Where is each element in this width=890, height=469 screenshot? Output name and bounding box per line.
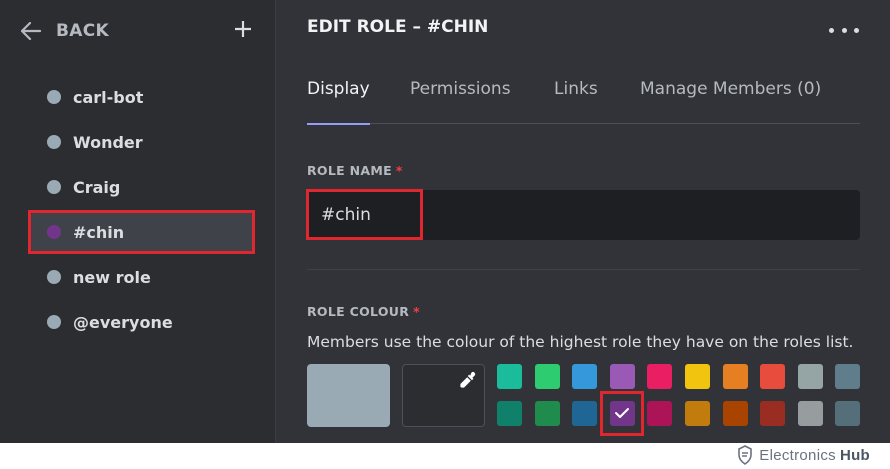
role-color-dot [47, 180, 61, 194]
role-item-label: @everyone [73, 312, 173, 332]
role-item-new-role[interactable]: new role [30, 258, 254, 296]
required-mark: * [413, 304, 420, 319]
section-divider [307, 269, 860, 270]
colour-swatch[interactable] [685, 401, 710, 426]
role-color-dot [47, 135, 61, 149]
edit-role-panel: EDIT ROLE – #CHIN Display Permissions Li… [277, 0, 890, 443]
role-name-label: ROLE NAME * [307, 163, 403, 178]
role-item-label: carl-bot [73, 87, 144, 107]
colour-swatch[interactable] [497, 364, 522, 389]
tab-permissions[interactable]: Permissions [410, 70, 511, 124]
colour-swatch[interactable] [835, 364, 861, 389]
role-color-dot [47, 315, 61, 329]
role-item-label: #chin [73, 222, 125, 242]
colour-swatch[interactable] [722, 364, 748, 389]
tab-links[interactable]: Links [554, 70, 598, 124]
role-item-label: Wonder [73, 132, 143, 152]
arrow-left-icon [20, 20, 42, 42]
colour-swatch[interactable] [572, 401, 598, 426]
role-item-chin[interactable]: #chin [30, 213, 254, 251]
role-name-input[interactable]: #chin [307, 190, 860, 240]
tab-bar: Display Permissions Links Manage Members… [307, 70, 860, 125]
role-color-dot [47, 90, 61, 104]
role-colour-description: Members use the colour of the highest ro… [307, 333, 854, 351]
required-mark: * [395, 163, 403, 178]
colour-swatch[interactable] [722, 401, 748, 426]
watermark: Electronics Hub [0, 443, 890, 469]
role-item-label: Craig [73, 177, 121, 197]
role-name-value: #chin [321, 205, 371, 225]
colour-swatch[interactable] [497, 401, 522, 426]
colour-swatch[interactable] [797, 401, 823, 426]
role-color-dot [47, 225, 61, 239]
tab-manage-members[interactable]: Manage Members (0) [640, 70, 821, 124]
eyedropper-icon [459, 371, 477, 389]
role-settings-window: BACK carl-bot Wonder Craig #chin new rol… [0, 0, 890, 443]
brand-logo-icon [738, 445, 753, 465]
colour-swatch[interactable] [647, 364, 673, 389]
back-button[interactable]: BACK [20, 14, 256, 48]
role-item-craig[interactable]: Craig [30, 168, 254, 206]
more-options-icon[interactable] [829, 20, 859, 40]
colour-swatch[interactable] [609, 364, 635, 389]
role-color-dot [47, 270, 61, 284]
colour-swatch[interactable] [760, 401, 786, 426]
colour-swatch[interactable] [647, 401, 673, 426]
watermark-brand: Electronics [759, 446, 836, 464]
role-item-carl-bot[interactable]: carl-bot [30, 78, 254, 116]
role-colour-label-text: ROLE COLOUR [307, 304, 410, 319]
tab-display[interactable]: Display [307, 70, 370, 125]
create-role-plus-icon[interactable] [232, 18, 254, 40]
watermark-logo: Electronics Hub [737, 445, 870, 465]
colour-swatch[interactable] [685, 364, 710, 389]
default-colour-swatch[interactable] [307, 364, 390, 427]
role-name-label-text: ROLE NAME [307, 163, 392, 178]
page-title: EDIT ROLE – #CHIN [307, 17, 489, 37]
colour-swatch[interactable] [534, 364, 560, 389]
role-colour-label: ROLE COLOUR * [307, 304, 420, 319]
colour-swatch[interactable] [760, 364, 786, 389]
watermark-brand-bold: Hub [839, 446, 870, 464]
custom-colour-swatch[interactable] [402, 364, 485, 427]
colour-swatch[interactable] [534, 401, 560, 426]
checkmark-icon [614, 404, 630, 423]
colour-swatch[interactable] [609, 401, 635, 426]
colour-swatch[interactable] [572, 364, 598, 389]
colour-swatch[interactable] [835, 401, 861, 426]
roles-sidebar: BACK carl-bot Wonder Craig #chin new rol… [0, 0, 276, 443]
role-item-everyone[interactable]: @everyone [30, 303, 254, 341]
role-item-wonder[interactable]: Wonder [30, 123, 254, 161]
role-item-label: new role [73, 267, 151, 287]
back-label: BACK [56, 21, 109, 41]
colour-swatch[interactable] [797, 364, 823, 389]
